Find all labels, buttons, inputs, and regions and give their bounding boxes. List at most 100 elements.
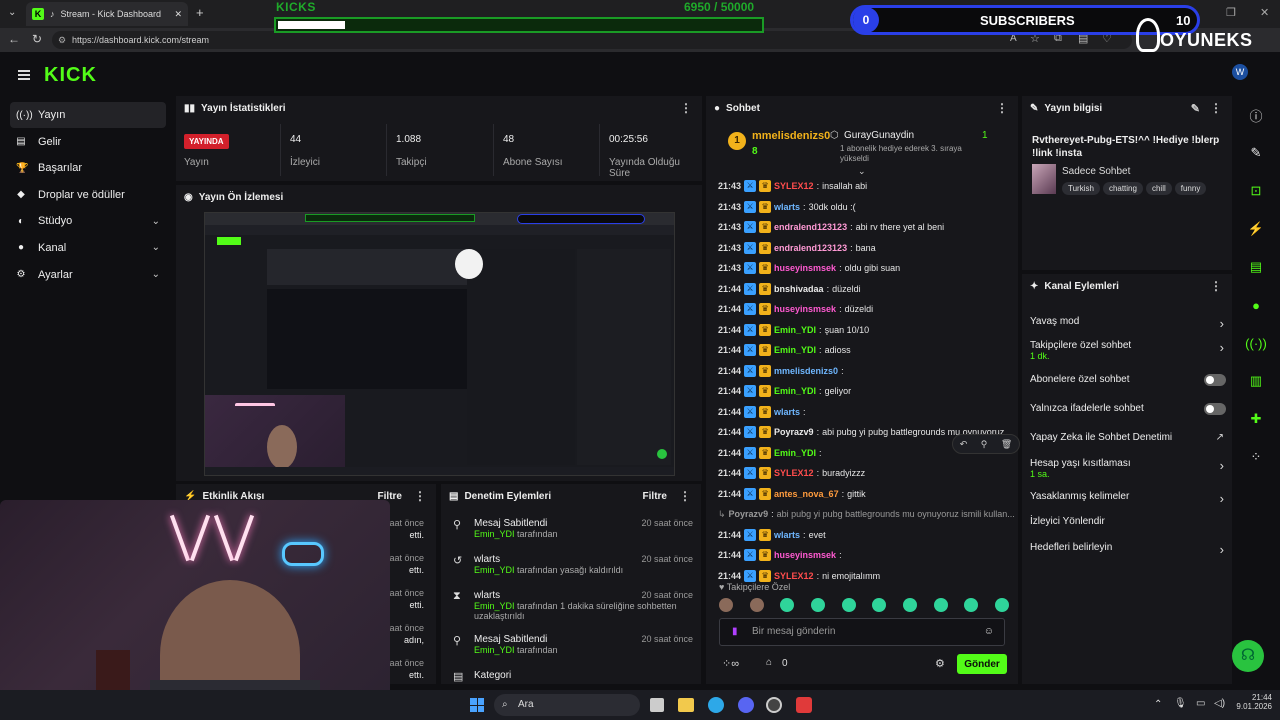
moderation-item[interactable]: ⧗ wlarts Emin_YDI tarafından 1 dakika süre… <box>449 590 693 621</box>
sidebar-item[interactable]: ⚙ Ayarlar ⌄ <box>10 262 166 288</box>
app-red-icon[interactable] <box>796 697 812 713</box>
tools-icon[interactable]: ✚ <box>1236 400 1276 438</box>
sidebar-item[interactable]: ● Kanal ⌄ <box>10 235 166 261</box>
channel-action-item[interactable]: Hedefleri belirleyin › <box>1030 542 1226 557</box>
stats-menu-icon[interactable]: ⋮ <box>680 101 692 115</box>
chat-settings-icon[interactable]: ⚙ <box>935 657 945 670</box>
moderation-item[interactable]: ↺ wlarts Emin_YDI tarafından yasağı kaldır… <box>449 554 693 575</box>
chat-message[interactable]: 21:43 ⚔ ♛ endralend123123: abi rv there yet … <box>718 217 1020 238</box>
chat-username[interactable]: Emin_YDI <box>774 345 816 355</box>
category-name[interactable]: Sadece Sohbet <box>1062 166 1130 177</box>
chat-username[interactable]: wlarts <box>774 407 800 417</box>
infinity-icon[interactable]: ⁘∞ <box>722 657 739 670</box>
channel-action-item[interactable]: Abonelere özel sohbet <box>1030 374 1226 386</box>
moderator-name[interactable]: Emin_YDI <box>474 645 515 655</box>
more-actions-icon[interactable]: ⁘ <box>1236 438 1276 476</box>
chat-message[interactable]: 21:44 ⚔ ♛ wlarts: evet <box>718 525 1020 546</box>
moderator-name[interactable]: Emin_YDI <box>474 529 515 539</box>
chevron-right-icon[interactable]: › <box>1220 340 1224 355</box>
pin-message-icon[interactable]: ⚲ <box>981 439 988 450</box>
chat-message[interactable]: 21:44 ⚔ ♛ wlarts: <box>718 402 1020 423</box>
edge-icon[interactable] <box>708 697 724 713</box>
profile-avatar-icon[interactable]: W <box>1232 64 1248 80</box>
scan-icon[interactable]: ⊡ <box>1236 172 1276 210</box>
external-link-icon[interactable]: ↗ <box>1216 432 1224 443</box>
chat-username[interactable]: bnshivadaa <box>774 284 824 294</box>
chat-message[interactable]: 21:44 ⚔ ♛ bnshivadaa: düzeldi <box>718 279 1020 300</box>
emote-icon[interactable] <box>994 598 1009 612</box>
chat-username[interactable]: wlarts <box>774 202 800 212</box>
volume-icon[interactable]: ◁) <box>1214 698 1225 709</box>
chat-username[interactable]: SYLEX12 <box>774 468 814 478</box>
discord-icon[interactable] <box>738 697 754 713</box>
toggle-switch[interactable] <box>1204 403 1226 415</box>
sidebar-item[interactable]: 🏆 Başarılar <box>10 155 166 181</box>
channel-action-item[interactable]: Yalnızca ifadelerle sohbet <box>1030 403 1226 415</box>
moderator-name[interactable]: Emin_YDI <box>474 565 515 575</box>
chat-message[interactable]: 21:44 ⚔ ♛ SYLEX12: buradyizzz <box>718 463 1020 484</box>
moderator-name[interactable]: Emin_YDI <box>474 601 515 611</box>
emote-icon[interactable] <box>872 598 887 612</box>
emote-icon[interactable] <box>749 598 764 612</box>
chat-message[interactable]: 21:44 ⚔ ♛ Emin_YDI: adioss <box>718 340 1020 361</box>
chat-menu-icon[interactable]: ⋮ <box>996 101 1008 115</box>
sidebar-item[interactable]: ((·)) Yayın <box>10 102 166 128</box>
chat-message[interactable]: ↳ Poyrazv9: abi pubg yi pubg battlegrounds… <box>718 504 1020 525</box>
channel-action-item[interactable]: Takipçilere özel sohbet 1 dk. › <box>1030 340 1226 361</box>
emote-icon[interactable] <box>902 598 917 612</box>
layout-icon[interactable]: ▥ <box>1236 362 1276 400</box>
mic-icon[interactable]: ▮ <box>732 619 738 645</box>
moderation-item[interactable]: ⚲ Mesaj Sabitlendi Emin_YDI tarafından 20 s… <box>449 634 693 655</box>
chat-input[interactable]: ▮ Bir mesaj gönderin ☺ <box>719 618 1005 646</box>
chat-username[interactable]: huseyinsmsek <box>774 304 836 314</box>
channel-action-item[interactable]: Hesap yaşı kısıtlaması 1 sa. › <box>1030 458 1226 479</box>
channel-action-item[interactable]: Yasaklanmış kelimeler › <box>1030 491 1226 506</box>
window-close-icon[interactable]: ✕ <box>1260 6 1269 19</box>
chat-message[interactable]: 21:43 ⚔ ♛ SYLEX12: insallah abi <box>718 176 1020 197</box>
stream-info-menu-icon[interactable]: ⋮ <box>1210 101 1222 115</box>
moderation-filter-button[interactable]: Filtre <box>643 491 667 502</box>
start-icon[interactable] <box>470 698 484 712</box>
task-view-icon[interactable] <box>650 698 664 712</box>
moderation-item[interactable]: ⚲ Mesaj Sabitlendi Emin_YDI tarafından 20 s… <box>449 518 693 539</box>
pinned-user[interactable]: mmelisdenizs0 <box>752 130 830 142</box>
chat-icon[interactable]: ● <box>1236 286 1276 324</box>
obs-icon[interactable] <box>766 697 782 713</box>
emote-icon[interactable] <box>841 598 856 612</box>
gift-user[interactable]: GurayGunaydin <box>844 130 914 141</box>
tab-list-icon[interactable]: ⌄ <box>8 7 16 18</box>
emoji-icon[interactable]: ☺ <box>984 619 994 645</box>
gift-box-icon[interactable]: ⌂ <box>766 657 772 668</box>
chat-message[interactable]: 21:43 ⚔ ♛ huseyinsmsek: oldu gibi suan <box>718 258 1020 279</box>
chat-username[interactable]: mmelisdenizs0 <box>774 366 838 376</box>
channel-action-item[interactable]: İzleyici Yönlendir <box>1030 516 1226 527</box>
bolt-icon[interactable]: ⚡ <box>1236 210 1276 248</box>
chat-username[interactable]: huseyinsmsek <box>774 263 836 273</box>
chat-message[interactable]: 21:44 ⚔ ♛ antes_nova_67: gittik <box>718 484 1020 505</box>
chevron-right-icon[interactable]: › <box>1220 491 1224 506</box>
window-restore-icon[interactable]: ❐ <box>1226 6 1236 19</box>
reload-icon[interactable]: ↻ <box>32 32 42 46</box>
chat-username[interactable]: Poyrazv9 <box>729 509 769 519</box>
emote-icon[interactable] <box>780 598 795 612</box>
chat-username[interactable]: wlarts <box>774 530 800 540</box>
chat-username[interactable]: endralend123123 <box>774 243 847 253</box>
taskbar-search[interactable]: ⌕ Ara <box>494 694 640 716</box>
stream-tag[interactable]: chill <box>1145 182 1172 195</box>
chevron-down-icon[interactable]: ⌄ <box>152 269 160 280</box>
chat-message[interactable]: 21:44 ⚔ ♛ huseyinsmsek: <box>718 545 1020 566</box>
chevron-down-icon[interactable]: ⌄ <box>152 216 160 227</box>
back-icon[interactable]: ← <box>8 32 20 46</box>
site-info-icon[interactable]: ⚙ <box>58 31 66 49</box>
stream-tag[interactable]: chatting <box>1102 182 1143 195</box>
emote-icon[interactable] <box>964 598 979 612</box>
chat-username[interactable]: Emin_YDI <box>774 386 816 396</box>
chevron-right-icon[interactable]: › <box>1220 542 1224 557</box>
edit-stream-icon[interactable]: ✎ <box>1236 134 1276 172</box>
sidebar-item[interactable]: ▤ Gelir <box>10 129 166 155</box>
notes-icon[interactable]: ▤ <box>1236 248 1276 286</box>
chat-username[interactable]: huseyinsmsek <box>774 550 836 560</box>
stream-preview-video[interactable] <box>204 212 675 476</box>
clock[interactable]: 21:44 9.01.2026 <box>1232 693 1272 711</box>
chat-username[interactable]: Emin_YDI <box>774 325 816 335</box>
